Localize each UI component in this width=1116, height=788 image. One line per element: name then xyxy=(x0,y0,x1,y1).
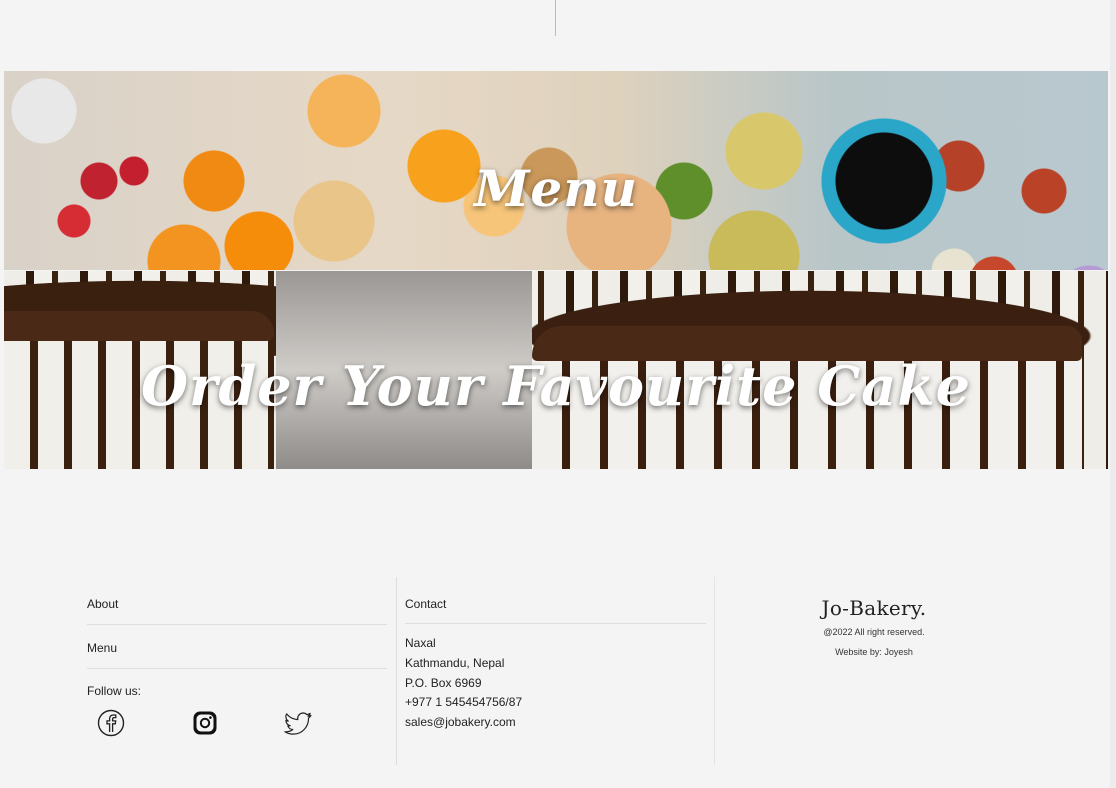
contact-details: Naxal Kathmandu, Nepal P.O. Box 6969 +97… xyxy=(405,634,706,733)
footer-brand-column: Jo-Bakery. @2022 All right reserved. Web… xyxy=(774,578,974,658)
contact-line: P.O. Box 6969 xyxy=(405,675,482,690)
contact-email-link[interactable]: sales@jobakery.com xyxy=(405,715,516,729)
footer-contact-column: Contact Naxal Kathmandu, Nepal P.O. Box … xyxy=(405,578,706,733)
scrollbar[interactable] xyxy=(1110,0,1116,788)
website-credit: Website by: Joyesh xyxy=(835,647,913,657)
menu-banner-title: Menu xyxy=(474,159,638,218)
cake-left-top xyxy=(4,311,274,341)
contact-line: Naxal xyxy=(405,636,436,650)
footer-divider xyxy=(396,577,397,765)
instagram-icon[interactable] xyxy=(190,708,220,738)
footer-link-menu[interactable]: Menu xyxy=(87,625,387,669)
order-cake-banner[interactable]: Order Your Favourite Cake xyxy=(4,271,1108,469)
contact-line: Kathmandu, Nepal xyxy=(405,655,505,670)
facebook-icon[interactable] xyxy=(96,708,126,738)
copyright-text: @2022 All right reserved. xyxy=(823,627,925,637)
contact-phone[interactable]: +977 1 545454756/87 xyxy=(405,693,706,713)
brand-logo[interactable]: Jo-Bakery. xyxy=(774,596,974,620)
footer-links-column: About Menu Follow us: xyxy=(87,578,387,748)
footer-link-about[interactable]: About xyxy=(87,578,387,625)
header-divider xyxy=(555,0,556,36)
footer-divider xyxy=(714,577,715,765)
follow-us-label: Follow us: xyxy=(87,684,142,698)
page: Menu Order Your Favourite Cake About Men… xyxy=(0,0,1116,788)
order-banner-title: Order Your Favourite Cake xyxy=(140,354,972,418)
twitter-icon[interactable] xyxy=(284,708,314,738)
contact-heading: Contact xyxy=(405,578,706,624)
social-links xyxy=(87,708,387,748)
menu-banner[interactable]: Menu xyxy=(4,71,1108,270)
